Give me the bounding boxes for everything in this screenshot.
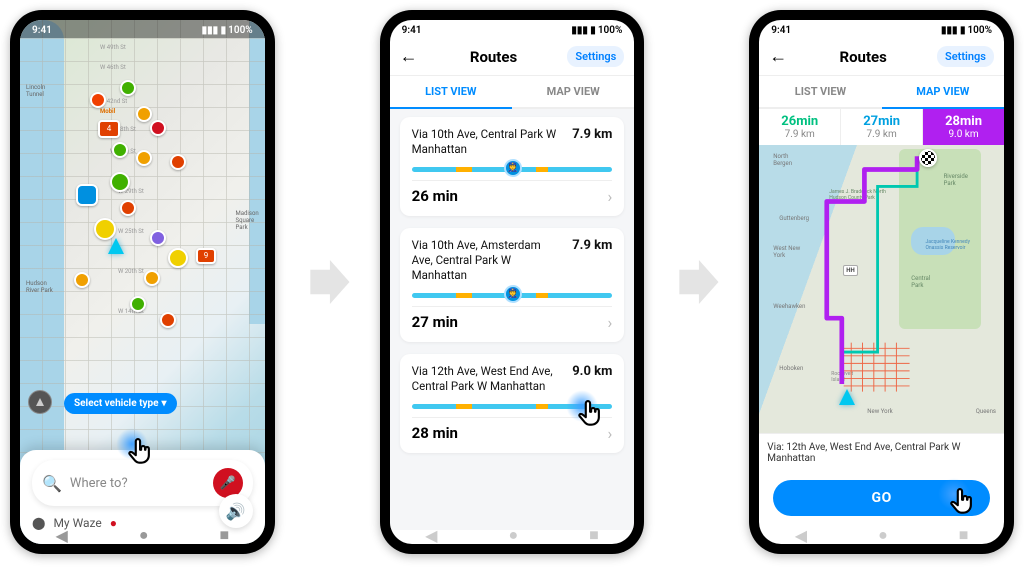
status-battery: ▮▮▮ ▮ 100% (941, 25, 992, 36)
settings-button[interactable]: Settings (937, 46, 994, 67)
route-card[interactable]: Via 12th Ave, West End Ave, Central Park… (400, 354, 625, 453)
route-distance: 7.9 km (572, 127, 612, 142)
page-title: Routes (470, 48, 517, 66)
route-distance: 7.9 km (572, 238, 612, 253)
status-time: 9:41 (32, 25, 52, 36)
back-button[interactable]: ← (400, 46, 420, 67)
search-panel: 🔍 Where to? 🎤 ⬤ My Waze ● 🔊 ◀●■ (20, 450, 265, 544)
search-input[interactable]: 🔍 Where to? 🎤 (32, 460, 253, 506)
traffic-bar: 👮 (412, 293, 613, 298)
route-via: Via 10th Ave, Amsterdam Ave, Central Par… (412, 238, 565, 283)
via-label: Via: 12th Ave, West End Ave, Central Par… (759, 433, 1004, 472)
routes-header: ← Routes Settings (390, 38, 635, 76)
tab-map-view[interactable]: MAP VIEW (512, 76, 634, 109)
route-distance: 9.0 km (572, 364, 612, 379)
status-battery: ▮▮▮ ▮ 100% (571, 25, 622, 36)
user-location-icon (839, 389, 855, 405)
user-location-icon (108, 238, 124, 254)
route-eta: 28 min (412, 424, 458, 442)
route-option-1[interactable]: 26min7.9 km (759, 109, 841, 145)
route-options-row: 26min7.9 km 27min7.9 km 28min9.0 km (759, 109, 1004, 145)
status-battery: ▮▮▮ ▮ 100% (202, 25, 253, 36)
search-icon: 🔍 (42, 474, 62, 493)
settings-button[interactable]: Settings (567, 46, 624, 67)
route-card[interactable]: Via 10th Ave, Amsterdam Ave, Central Par… (400, 228, 625, 342)
police-icon: 👮 (504, 285, 522, 303)
route-list[interactable]: Via 10th Ave, Central Park W Manhattan 7.… (390, 109, 635, 530)
status-time: 9:41 (771, 25, 791, 36)
compass-button[interactable] (28, 390, 52, 414)
route-card[interactable]: Via 10th Ave, Central Park W Manhattan 7.… (400, 117, 625, 216)
route-option-2[interactable]: 27min7.9 km (841, 109, 923, 145)
tabs-row: LIST VIEW MAP VIEW (759, 76, 1004, 109)
tab-list-view[interactable]: LIST VIEW (759, 76, 881, 109)
go-button[interactable]: GO (773, 480, 990, 516)
status-time: 9:41 (402, 25, 422, 36)
screen-routes-list: 9:41 ▮▮▮ ▮ 100% ← Routes Settings LIST V… (390, 20, 635, 544)
traffic-bar (412, 404, 613, 409)
tabs-row: LIST VIEW MAP VIEW (390, 76, 635, 109)
phone-frame-2: 9:41 ▮▮▮ ▮ 100% ← Routes Settings LIST V… (380, 10, 645, 554)
android-navbar: ◀●■ (20, 528, 265, 542)
route-via: Via 12th Ave, West End Ave, Central Park… (412, 364, 565, 394)
flow-arrow-icon (303, 256, 352, 308)
chevron-right-icon: › (608, 313, 613, 332)
chevron-right-icon: › (608, 187, 613, 206)
tab-list-view[interactable]: LIST VIEW (390, 76, 512, 109)
search-placeholder: Where to? (70, 476, 205, 491)
back-button[interactable]: ← (769, 46, 789, 67)
screen-routes-map: 9:41 ▮▮▮ ▮ 100% ← Routes Settings LIST V… (759, 20, 1004, 544)
vehicle-type-chip[interactable]: Select vehicle type (64, 393, 177, 414)
android-navbar: ◀●■ (390, 528, 635, 542)
route-eta: 27 min (412, 313, 458, 331)
route-eta: 26 min (412, 187, 458, 205)
flow-arrow-icon (672, 256, 721, 308)
phone-frame-3: 9:41 ▮▮▮ ▮ 100% ← Routes Settings LIST V… (749, 10, 1014, 554)
chevron-right-icon: › (608, 424, 613, 443)
routes-header: ← Routes Settings (759, 38, 1004, 76)
android-navbar: ◀●■ (759, 528, 1004, 542)
route-map[interactable]: NorthBergen RiversidePark James J. Bradd… (759, 145, 1004, 433)
screen-map-home: W 49th St W 46th St W 42nd St W 38th St … (20, 20, 265, 544)
traffic-bar: 👮 (412, 167, 613, 172)
tab-map-view[interactable]: MAP VIEW (882, 76, 1004, 109)
route-via: Via 10th Ave, Central Park W Manhattan (412, 127, 565, 157)
police-icon: 👮 (504, 159, 522, 177)
page-title: Routes (839, 48, 886, 66)
sound-button[interactable]: 🔊 (219, 494, 253, 528)
phone-frame-1: W 49th St W 46th St W 42nd St W 38th St … (10, 10, 275, 554)
route-option-3-selected[interactable]: 28min9.0 km (923, 109, 1004, 145)
